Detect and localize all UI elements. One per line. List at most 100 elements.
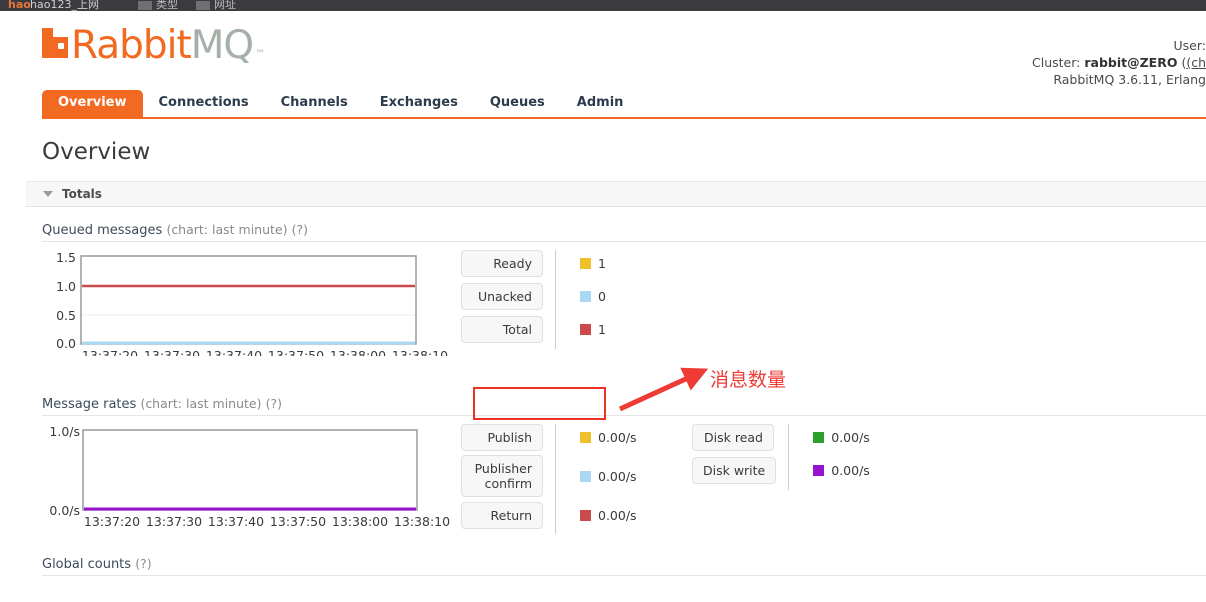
tab-exchanges[interactable]: Exchanges <box>364 90 474 117</box>
svg-text:13:37:50: 13:37:50 <box>268 348 324 356</box>
svg-text:0.5: 0.5 <box>56 308 76 323</box>
tab-overview[interactable]: Overview <box>42 90 143 117</box>
legend-row-total[interactable]: Total <box>461 315 543 343</box>
annotation-callout-text: 消息数量 <box>710 369 787 391</box>
legend-value-row-unacked: 0 <box>568 283 606 309</box>
legend-label-ready[interactable]: Ready <box>461 249 543 277</box>
header-cluster-value: rabbit@ZERO <box>1084 55 1178 70</box>
message-rates-subtitle: (chart: last minute) <box>140 396 262 411</box>
legend-value-row-disk-write: 0.00/s <box>801 457 870 483</box>
tab-queues[interactable]: Queues <box>474 90 561 117</box>
legend-value-unacked-text: 0 <box>598 288 606 304</box>
legend-value-row-ready: 1 <box>568 250 606 276</box>
tab-channels[interactable]: Channels <box>265 90 364 117</box>
page-title: Overview <box>42 139 151 165</box>
legend-value-publisher-confirm-text: 0.00/s <box>598 468 637 484</box>
browser-favicon-text: hao <box>8 0 31 11</box>
legend-value-row-publisher-confirm: 0.00/s <box>568 457 637 495</box>
message-rates-legend-right: Disk read Disk write 0.00/s 0.00/s <box>692 423 870 490</box>
legend-row-publisher-confirm[interactable]: Publisher confirm <box>461 455 543 497</box>
queued-messages-help-icon[interactable]: (?) <box>292 222 308 237</box>
legend-label-publisher-confirm[interactable]: Publisher confirm <box>461 455 543 497</box>
swatch-total-icon <box>580 323 591 335</box>
global-counts-title: Global counts <box>42 557 132 572</box>
browser-tab-title[interactable]: hao123_上网 <box>30 0 99 10</box>
svg-text:13:37:40: 13:37:40 <box>206 348 262 356</box>
tab-connections[interactable]: Connections <box>143 90 265 117</box>
legend-value-return: 0.00/s <box>580 508 637 523</box>
svg-text:1.0/s: 1.0/s <box>49 424 80 439</box>
svg-text:13:38:00: 13:38:00 <box>330 348 386 356</box>
legend-row-unacked[interactable]: Unacked <box>461 282 543 310</box>
queued-messages-legend: Ready Unacked Total 1 0 1 <box>461 249 606 349</box>
header-user-row: User: <box>806 37 1206 54</box>
main-nav: Overview Connections Channels Exchanges … <box>42 90 1206 119</box>
message-rates-left-labels: Publish Publisher confirm Return <box>461 423 543 535</box>
legend-value-disk-read: 0.00/s <box>813 430 870 445</box>
global-counts-heading: Global counts (?) <box>42 556 1206 576</box>
legend-divider-right <box>788 424 790 490</box>
header-cluster-row: Cluster: rabbit@ZERO ((ch <box>806 54 1206 71</box>
legend-value-row-disk-read: 0.00/s <box>801 424 870 450</box>
message-rates-heading: Message rates (chart: last minute) (?) <box>42 396 1206 416</box>
swatch-disk-write-icon <box>813 464 825 476</box>
legend-row-ready[interactable]: Ready <box>461 249 543 277</box>
message-rates-left-values: 0.00/s 0.00/s 0.00/s <box>568 424 637 535</box>
legend-value-disk-read-text: 0.00/s <box>831 429 870 445</box>
change-link[interactable]: (ch <box>1186 55 1206 70</box>
message-rates-right-values: 0.00/s 0.00/s <box>801 424 870 490</box>
svg-text:13:37:50: 13:37:50 <box>270 514 326 529</box>
legend-value-row-total: 1 <box>568 316 606 342</box>
message-rates-legend-left: Publish Publisher confirm Return 0.00/s <box>461 423 637 535</box>
queued-messages-subtitle: (chart: last minute) <box>166 222 288 237</box>
browser-strip-label-1[interactable]: 类型 <box>156 0 178 10</box>
svg-text:1.0: 1.0 <box>56 279 76 294</box>
legend-value-disk-write-text: 0.00/s <box>831 462 870 478</box>
legend-label-total[interactable]: Total <box>461 315 543 343</box>
totals-section-header[interactable]: Totals <box>26 181 1206 207</box>
legend-value-row-return: 0.00/s <box>568 502 637 528</box>
chevron-down-icon[interactable] <box>43 191 53 197</box>
totals-section-label: Totals <box>62 187 102 201</box>
legend-value-total: 1 <box>580 322 606 337</box>
queued-messages-chart: 1.5 1.0 0.5 0.0 13:37:20 13:37:30 13:37:… <box>42 248 1206 356</box>
legend-label-unacked[interactable]: Unacked <box>461 282 543 310</box>
svg-text:1.5: 1.5 <box>56 250 76 265</box>
legend-value-return-text: 0.00/s <box>598 507 637 523</box>
swatch-disk-read-icon <box>813 431 825 443</box>
legend-value-disk-write: 0.00/s <box>813 463 870 478</box>
message-rates-title: Message rates <box>42 397 137 412</box>
header-cluster-label: Cluster: <box>1032 55 1081 70</box>
logo-text-rabbit: Rabbit <box>71 23 192 68</box>
legend-row-disk-write[interactable]: Disk write <box>692 456 777 484</box>
swatch-publish-icon <box>580 431 591 443</box>
legend-value-ready: 1 <box>580 256 606 271</box>
legend-label-return[interactable]: Return <box>461 501 543 529</box>
browser-tab-strip: hao hao123_上网 类型 网址 <box>0 0 1206 11</box>
swatch-publisher-confirm-icon <box>580 470 591 482</box>
legend-label-disk-write[interactable]: Disk write <box>692 456 777 484</box>
legend-row-publish[interactable]: Publish <box>461 423 543 451</box>
svg-text:13:38:10: 13:38:10 <box>392 348 448 356</box>
message-rates-help-icon[interactable]: (?) <box>266 396 282 411</box>
header-cluster-change-link[interactable]: ((ch <box>1181 55 1206 70</box>
rabbitmq-logo[interactable]: Rabbit MQ ™ <box>42 23 265 68</box>
legend-value-publish-text: 0.00/s <box>598 429 637 445</box>
svg-text:13:38:10: 13:38:10 <box>394 514 450 529</box>
legend-label-disk-read[interactable]: Disk read <box>692 423 774 451</box>
legend-row-return[interactable]: Return <box>461 501 543 529</box>
legend-divider-left <box>555 424 556 534</box>
message-rates-right-labels: Disk read Disk write <box>692 423 777 490</box>
global-counts-help-icon[interactable]: (?) <box>135 556 151 571</box>
legend-value-ready-text: 1 <box>598 255 606 271</box>
tab-admin[interactable]: Admin <box>561 90 640 117</box>
svg-text:13:37:30: 13:37:30 <box>146 514 202 529</box>
browser-strip-label-2[interactable]: 网址 <box>214 0 236 10</box>
svg-text:13:37:20: 13:37:20 <box>82 348 138 356</box>
svg-text:13:37:20: 13:37:20 <box>84 514 140 529</box>
legend-row-disk-read[interactable]: Disk read <box>692 423 776 451</box>
legend-value-row-publish: 0.00/s <box>568 424 637 450</box>
legend-label-publish[interactable]: Publish <box>461 423 543 451</box>
queued-messages-block: 1.5 1.0 0.5 0.0 13:37:20 13:37:30 13:37:… <box>42 248 1206 356</box>
legend-value-total-text: 1 <box>598 321 606 337</box>
